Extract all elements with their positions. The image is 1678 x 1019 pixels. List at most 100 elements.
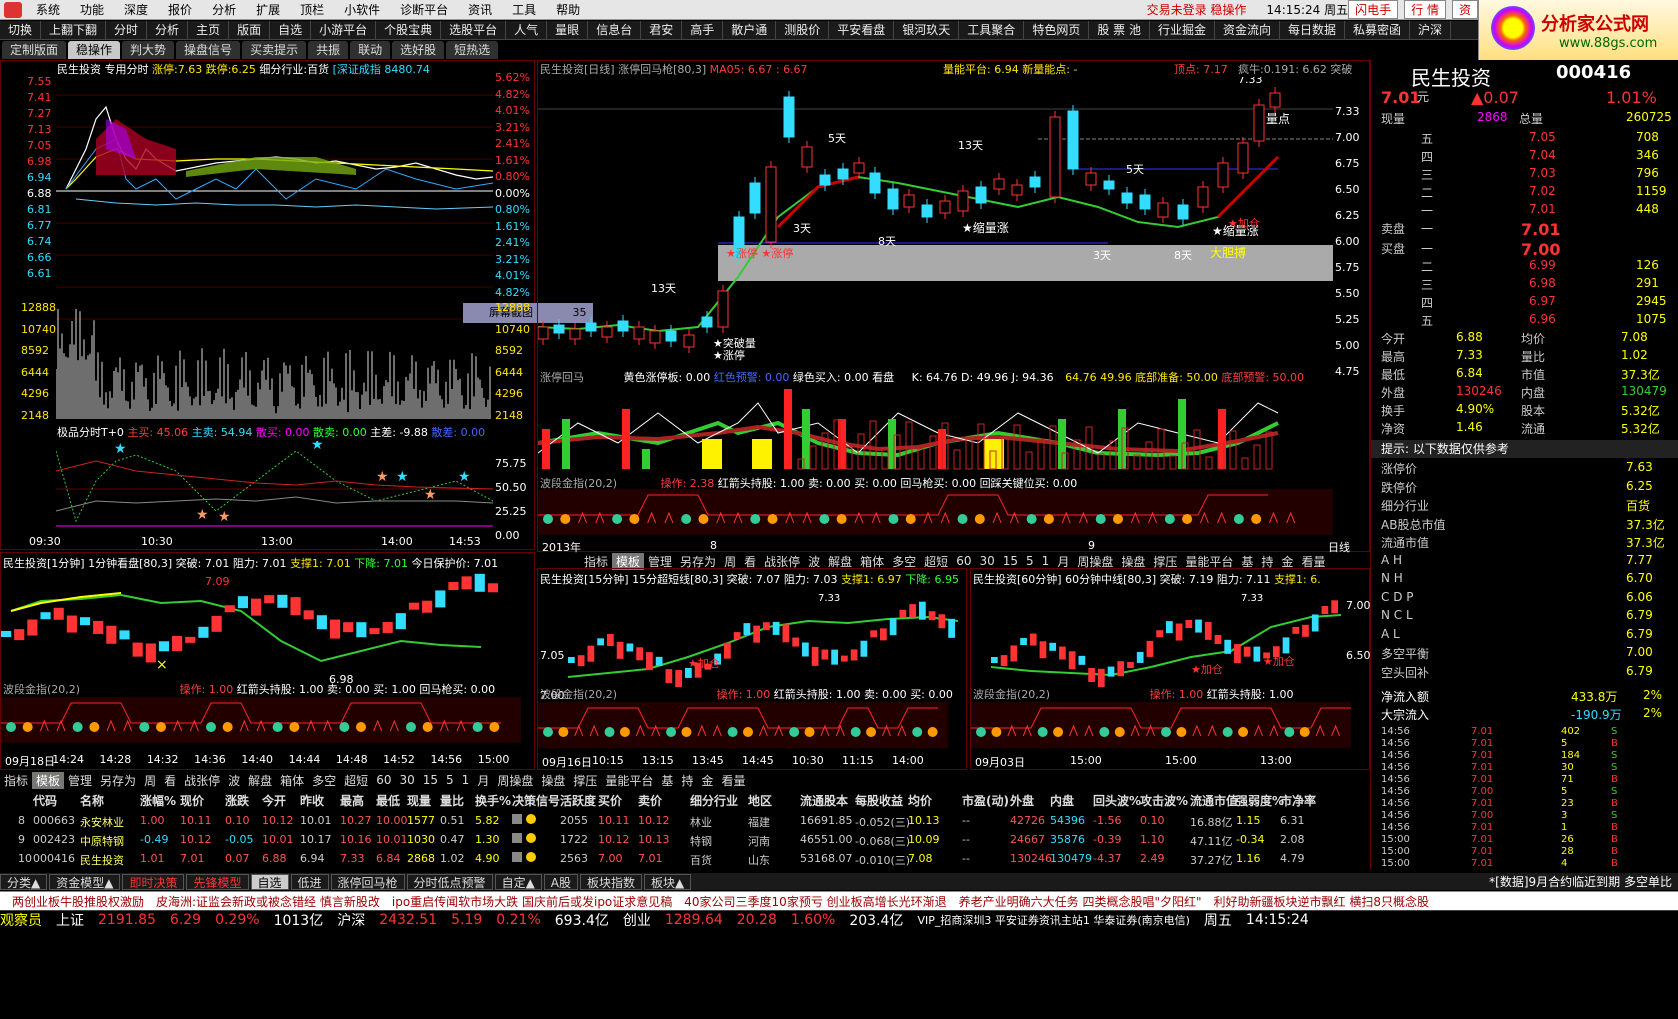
indicator-tab[interactable]: 战张停 xyxy=(760,553,804,570)
table-header[interactable]: 涨幅% xyxy=(140,792,176,809)
indicator-tab[interactable]: 周操盘 xyxy=(493,772,537,789)
news-item[interactable]: 40家公司三季度10家预亏 创业板高增长光环渐退 xyxy=(684,893,946,910)
indicator-tab[interactable]: 解盘 xyxy=(244,772,276,789)
indicator-tab[interactable]: 5 xyxy=(1022,554,1038,568)
bottom-tab[interactable]: 资金模型▲ xyxy=(49,873,121,890)
indicator-tab[interactable]: 周操盘 xyxy=(1073,553,1117,570)
bottom-tab[interactable]: A股 xyxy=(543,873,579,890)
toolbar-button[interactable]: 版面 xyxy=(229,20,271,40)
toolbar-button[interactable]: 私募密函 xyxy=(1345,20,1411,40)
toolbar-button[interactable]: 资金流向 xyxy=(1215,20,1280,40)
toolbar-button[interactable]: 君安 xyxy=(641,20,683,40)
indicator-tab[interactable]: 看量 xyxy=(717,772,749,789)
indicator-tab[interactable]: 模板 xyxy=(32,771,65,789)
indicator-tab[interactable]: 解盘 xyxy=(824,553,856,570)
news-item[interactable]: 利好助新疆板块逆市飘红 横扫8只概念股 xyxy=(1214,893,1429,910)
indicator-tab[interactable]: 多空 xyxy=(888,553,920,570)
bottom-tab[interactable]: 涨停回马枪 xyxy=(330,873,405,890)
menu-item[interactable]: 诊断平台 xyxy=(390,1,458,18)
indicator-tab[interactable]: 30 xyxy=(975,554,998,568)
toolbar-button[interactable]: 信息台 xyxy=(588,20,642,40)
table-header[interactable]: 回头波% xyxy=(1093,792,1141,809)
menu-item[interactable]: 帮助 xyxy=(546,1,590,18)
indicator-tab[interactable]: 箱体 xyxy=(856,553,888,570)
indicator-tab[interactable]: 金 xyxy=(1277,553,1297,570)
indicator-tab[interactable]: 管理 xyxy=(644,553,676,570)
toolbar-button[interactable]: 分时 xyxy=(106,20,148,40)
toolbar-button[interactable]: 上翻下翻 xyxy=(41,20,107,40)
toolbar-button[interactable]: 沪深 xyxy=(1410,20,1452,40)
toolbar-button[interactable]: 个股宝典 xyxy=(376,20,442,40)
table-header[interactable]: 细分行业 xyxy=(690,792,738,809)
table-row[interactable]: 10 000416 民生投资 1.01 7.01 0.07 6.88 6.94 7.33 6.84… xyxy=(0,850,1370,868)
layout-tab[interactable]: 买卖提示 xyxy=(242,40,307,59)
bottom-tab[interactable]: 板块指数 xyxy=(580,873,643,890)
quotes-button[interactable]: 行 情 xyxy=(1404,0,1446,19)
table-header[interactable]: 攻击波% xyxy=(1140,792,1188,809)
toolbar-button[interactable]: 银河玖天 xyxy=(894,20,960,40)
toolbar-button[interactable]: 散户通 xyxy=(723,20,777,40)
menu-item[interactable]: 系统 xyxy=(26,1,70,18)
layout-tab[interactable]: 定制版面 xyxy=(2,40,67,59)
toolbar-button[interactable]: 切换 xyxy=(0,20,42,40)
flash-trade-button[interactable]: 闪电手 xyxy=(1348,0,1399,19)
bottom-tab[interactable]: 先锋模型 xyxy=(186,873,249,890)
indicator-tab[interactable]: 量能平台 xyxy=(1181,553,1237,570)
table-header[interactable]: 涨跌 xyxy=(225,792,249,809)
layout-tab[interactable]: 稳操作 xyxy=(68,40,121,59)
news-item[interactable]: 皮海洲:证监会新政或被念错经 慎言新股改 xyxy=(156,893,380,910)
menu-item[interactable]: 功能 xyxy=(70,1,114,18)
toolbar-button[interactable]: 主页 xyxy=(188,20,230,40)
indicator-tab[interactable]: 模板 xyxy=(612,552,645,570)
brand-url[interactable]: www.88gs.com xyxy=(1559,36,1657,51)
toolbar-button[interactable]: 选股平台 xyxy=(441,20,507,40)
indicator-tab[interactable]: 波 xyxy=(804,553,824,570)
table-header[interactable]: 现量 xyxy=(407,792,431,809)
indicator-tab[interactable]: 30 xyxy=(395,773,418,787)
status-item[interactable]: VIP_招商深圳3 平安证券资讯主站1 华泰证券(南京电信) xyxy=(917,912,1189,928)
menu-item[interactable]: 扩展 xyxy=(246,1,290,18)
indicator-tab[interactable]: 战张停 xyxy=(180,772,224,789)
menu-item[interactable]: 资讯 xyxy=(458,1,502,18)
indicator-tab[interactable]: 看 xyxy=(740,553,760,570)
indicator-tab[interactable]: 另存为 xyxy=(676,553,720,570)
table-header[interactable]: 今开 xyxy=(262,792,286,809)
indicator-tab[interactable]: 操盘 xyxy=(1117,553,1149,570)
table-header[interactable]: 现价 xyxy=(180,792,204,809)
table-row[interactable]: 9 002423 中原特钢 -0.49 10.12 -0.05 10.01 10.17 10.1… xyxy=(0,831,1370,849)
indicator-tab[interactable]: 超短 xyxy=(340,772,372,789)
info-button[interactable]: 资 xyxy=(1451,0,1478,19)
table-header[interactable]: 决策信号 xyxy=(512,792,560,809)
toolbar-button[interactable]: 人气 xyxy=(506,20,548,40)
layout-tab[interactable]: 选好股 xyxy=(392,40,445,59)
table-row[interactable]: 8 000663 永安林业 1.00 10.11 0.10 10.12 10.01 10.27 1… xyxy=(0,812,1370,830)
indicator-tab[interactable]: 操盘 xyxy=(537,772,569,789)
layout-tab[interactable]: 短热选 xyxy=(446,40,499,59)
table-header[interactable]: 买价 xyxy=(598,792,622,809)
indicator-tab[interactable]: 1 xyxy=(458,773,474,787)
indicator-tab[interactable]: 基 xyxy=(1237,553,1257,570)
news-item[interactable]: 两创业板牛股推股权激励 xyxy=(12,893,144,910)
news-item[interactable]: ipo重启传闻软市场大跌 国庆前后或发ipo证求意见稿 xyxy=(392,893,672,910)
layout-tab[interactable]: 共振 xyxy=(308,40,349,59)
indicator-tab[interactable]: 持 xyxy=(677,772,697,789)
table-header[interactable]: 名称 xyxy=(80,792,104,809)
indicator-tab[interactable]: 指标 xyxy=(0,772,32,789)
indicator-tab[interactable]: 月 xyxy=(1053,553,1073,570)
menu-item[interactable]: 小软件 xyxy=(334,1,390,18)
indicator-tab[interactable]: 15 xyxy=(999,554,1022,568)
layout-tab[interactable]: 判大势 xyxy=(122,40,175,59)
indicator-tab[interactable]: 持 xyxy=(1257,553,1277,570)
indicator-tab[interactable]: 60 xyxy=(952,554,975,568)
toolbar-button[interactable]: 特色网页 xyxy=(1024,20,1090,40)
menu-item[interactable]: 报价 xyxy=(158,1,202,18)
indicator-tab[interactable]: 基 xyxy=(657,772,677,789)
bottom-tab[interactable]: 板块▲ xyxy=(644,873,692,890)
indicator-tab[interactable]: 金 xyxy=(697,772,717,789)
table-header[interactable]: 市净率 xyxy=(1280,792,1316,809)
indicator-tab[interactable]: 看量 xyxy=(1297,553,1329,570)
menu-item[interactable]: 深度 xyxy=(114,1,158,18)
bottom-tab[interactable]: 自定▲ xyxy=(494,873,542,890)
indicator-tab[interactable]: 1 xyxy=(1038,554,1054,568)
toolbar-button[interactable]: 工具聚合 xyxy=(959,20,1025,40)
